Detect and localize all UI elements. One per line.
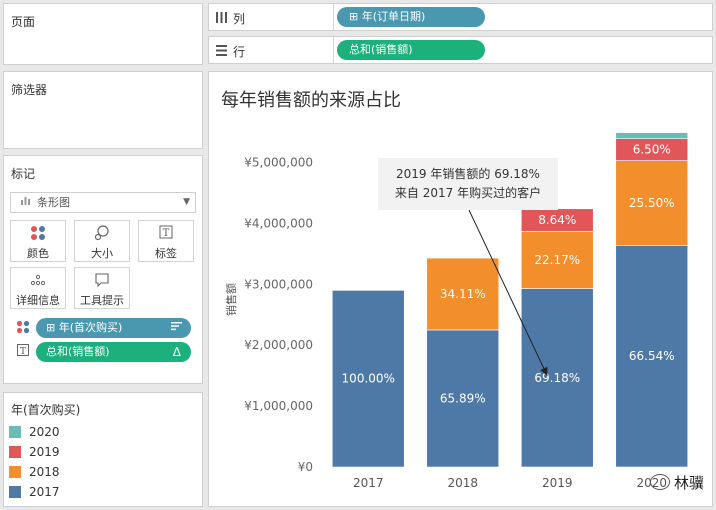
sum-sales-rows-pill[interactable]: 总和(销售额) [337,40,485,60]
text-label-icon: T [139,225,193,245]
bar-data-label: 8.64% [538,213,576,227]
columns-label-text: 列 [233,12,246,26]
first-purchase-year-pill[interactable]: ⊞ 年(首次购买) [36,318,191,338]
text-label-icon: T [17,344,29,359]
color-dots-icon [11,225,65,245]
legend-item[interactable]: 2019 [9,445,60,463]
filters-title: 筛选器 [11,83,48,97]
legend-swatch [9,486,21,498]
y-axis-title: 销售额 [224,283,238,316]
bar-data-label: 65.89% [440,391,486,405]
watermark-text: 林骥 [673,474,704,492]
legend-item[interactable]: 2018 [9,465,60,483]
mark-type-dropdown[interactable]: 条形图 ▼ [10,192,196,213]
color-button-label: 颜色 [27,247,49,260]
x-tick-label: 2019 [542,476,573,490]
y-tick-label: ¥1,000,000 [244,399,313,413]
pages-title: 页面 [11,15,36,29]
order-date-year-pill[interactable]: ⊞ 年(订单日期) [337,7,485,27]
pages-panel: 页面 [3,3,203,65]
detail-button-label: 详细信息 [16,294,60,307]
delta-icon: Δ [172,345,181,359]
label-button[interactable]: T 标签 [138,220,194,262]
svg-text:T: T [163,228,170,239]
bar-chart-icon [21,193,30,212]
columns-shelf[interactable]: 列 ⊞ 年(订单日期) [208,3,713,31]
legend-swatch [9,466,21,478]
marks-title: 标记 [11,167,36,181]
pill-label: 年(首次购买) [58,321,123,334]
bar-data-label: 34.11% [440,287,486,301]
y-tick-label: ¥2,000,000 [244,338,313,352]
legend-swatch [9,426,21,438]
rows-icon [216,45,227,59]
filters-panel[interactable]: 筛选器 [3,71,203,149]
legend-label: 2018 [29,465,60,479]
legend-item[interactable]: 2017 [9,485,60,503]
size-button[interactable]: 大小 [74,220,130,262]
stacked-bar-chart: ¥0 ¥1,000,000 ¥2,000,000 ¥3,000,000 ¥4,000,0… [224,132,689,490]
chevron-down-icon[interactable]: ▼ [183,193,190,212]
watermark: 林骥 [649,472,704,493]
legend-swatch [9,446,21,458]
y-tick-label: ¥3,000,000 [244,277,313,291]
legend-label: 2019 [29,445,60,459]
pill-prefix: ⊞ [46,321,56,334]
y-tick-label: ¥5,000,000 [244,155,313,169]
x-tick-label: 2018 [447,476,478,490]
svg-text:T: T [20,347,26,356]
color-dots-icon [16,320,30,337]
size-icon [75,225,129,245]
marks-panel: 标记 条形图 ▼ 颜色 大小 T 标签 详细信息 工具提示 ⊞ 年(首次购买) … [3,155,203,384]
rows-shelf[interactable]: 行 总和(销售额) [208,36,713,64]
shelf-divider [333,37,334,63]
bar-data-label: 100.00% [342,372,395,386]
columns-shelf-label: 列 [216,10,245,27]
x-tick-label: 2017 [353,476,384,490]
bar-data-label: 22.17% [534,253,580,267]
bar-data-label: 6.50% [633,143,671,157]
legend-label: 2020 [29,425,60,439]
tooltip-button-label: 工具提示 [80,294,124,307]
bar-data-label: 69.18% [534,371,580,385]
wechat-icon [649,474,670,490]
bar-segment [615,132,689,140]
columns-icon [216,12,227,26]
pill-label: 总和(销售额) [46,345,110,358]
color-button[interactable]: 颜色 [10,220,66,262]
annotation-line-1: 2019 年销售额的 69.18% [396,167,540,181]
sort-icon [171,318,182,338]
legend-label: 2017 [29,485,60,499]
annotation-box[interactable]: 2019 年销售额的 69.18% 来自 2017 年购买过的客户 [378,158,558,210]
bar-data-label: 66.54% [629,349,675,363]
y-tick-label: ¥4,000,000 [244,216,313,230]
chart-view: 每年销售额的来源占比 ¥0 ¥1,000,000 ¥2,000,000 ¥3,000,… [208,71,713,507]
color-legend: 年(首次购买) 2020 2019 2018 2017 [3,392,203,507]
detail-dots-icon [11,272,65,292]
bar-data-label: 25.50% [629,196,675,210]
mark-type-label: 条形图 [37,196,70,209]
annotation-line-2: 来自 2017 年购买过的客户 [394,186,542,200]
y-tick-label: ¥0 [298,460,313,474]
rows-shelf-label: 行 [216,43,245,60]
size-button-label: 大小 [91,247,113,260]
shelf-divider [333,4,334,30]
rows-label-text: 行 [233,45,246,59]
legend-item[interactable]: 2020 [9,425,60,443]
sum-sales-pill[interactable]: 总和(销售额) Δ [36,342,191,362]
legend-title: 年(首次购买) [11,403,81,417]
label-button-label: 标签 [155,247,177,260]
tooltip-icon [75,272,129,292]
detail-button[interactable]: 详细信息 [10,267,66,309]
tooltip-button[interactable]: 工具提示 [74,267,130,309]
